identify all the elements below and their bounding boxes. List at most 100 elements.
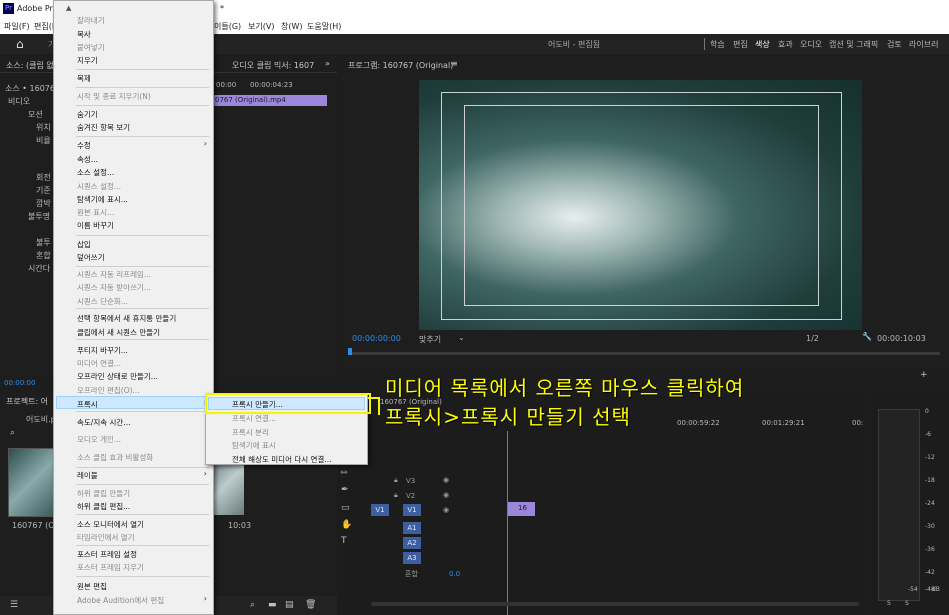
context-menu-item[interactable]: 푸티지 바꾸기... <box>77 345 128 356</box>
master-track-value[interactable]: 0.0 <box>449 570 460 578</box>
workspace-effects[interactable]: 효과 <box>778 39 793 50</box>
list-view-icon[interactable]: ☰ <box>10 600 18 610</box>
context-menu-item[interactable]: 선택 항목에서 새 휴지통 만들기 <box>77 313 176 324</box>
meter-label-24: -24 <box>925 500 935 507</box>
wrench-icon[interactable]: 🔧 <box>862 332 872 341</box>
project-name: 어도비.p <box>26 415 56 424</box>
source-bottom-timecode: 00:00:00 <box>4 379 36 387</box>
program-menu-icon[interactable]: ≡ <box>451 59 458 68</box>
program-timecode[interactable]: 00:00:00:00 <box>352 334 401 343</box>
program-title: 프로그램: 160767 (Original) <box>348 61 454 70</box>
workspace-libraries[interactable]: 라이브러 <box>909 39 938 50</box>
workspace-edit[interactable]: 편집 <box>733 39 748 50</box>
timeline-playhead[interactable] <box>507 431 508 615</box>
menu-view[interactable]: 보기(V) <box>248 21 274 32</box>
context-menu-item[interactable]: 포스터 프레임 설정 <box>77 549 137 560</box>
menu-sequence[interactable]: 이들(G) <box>214 21 241 32</box>
menu-window[interactable]: 창(W) <box>281 21 303 32</box>
workspace-audio[interactable]: 오디오 <box>800 39 822 50</box>
source-clip-bar[interactable]: 0767 (Original).mp4 <box>214 95 327 106</box>
context-menu-item[interactable]: 탐색기에 표시... <box>77 194 128 205</box>
context-menu-item[interactable]: 수정 <box>77 140 91 151</box>
type-tool-icon[interactable]: T <box>341 536 347 546</box>
track-v1-eye-icon[interactable]: ◉ <box>443 506 449 514</box>
workspace-review[interactable]: 검토 <box>887 39 902 50</box>
media-thumbnail[interactable] <box>8 448 55 517</box>
timeline-clip[interactable]: 16 <box>508 502 535 516</box>
context-menu-item[interactable]: 클립에서 새 시퀀스 만들기 <box>77 327 160 338</box>
track-v2-lock-icon[interactable]: 🔒︎ <box>394 491 398 500</box>
home-icon[interactable]: ⌂ <box>16 37 24 51</box>
project-tab[interactable]: 프로젝트: 어 <box>6 396 48 407</box>
menu-separator <box>76 69 209 70</box>
source-clip-label: 0767 (Original).mp4 <box>215 96 286 104</box>
track-a1-target[interactable]: A1 <box>403 522 421 534</box>
workspace-color[interactable]: 색상 <box>755 39 770 50</box>
menu-scroll-up-icon[interactable]: ▲ <box>66 4 71 12</box>
context-menu-item[interactable]: 삽입 <box>77 239 91 250</box>
menu-help[interactable]: 도움말(H) <box>307 21 341 32</box>
source-patch-v1[interactable]: V1 <box>371 504 389 516</box>
solo-left-button[interactable]: S <box>887 600 891 607</box>
proxy-submenu-item: 프록시 연결... <box>232 414 277 423</box>
context-menu-item[interactable]: 지우기 <box>77 55 98 66</box>
timeline-horizontal-scrollbar[interactable] <box>371 602 859 606</box>
source-tab[interactable]: 소스: (클립 없 <box>6 60 54 71</box>
context-menu-item[interactable]: 속성... <box>77 154 98 165</box>
new-item-icon[interactable]: ▤ <box>285 600 294 610</box>
fit-chevron-icon[interactable]: ⌄ <box>458 333 465 342</box>
track-v3-lock-icon[interactable]: 🔒︎ <box>394 476 398 485</box>
row-flicker: 깜박 <box>36 199 51 208</box>
proxy-submenu-item[interactable]: 전체 해상도 미디어 다시 연결... <box>232 454 332 465</box>
context-menu-item[interactable]: 이름 바꾸기 <box>77 220 114 231</box>
zoom-icon[interactable]: ⌕ <box>250 600 255 610</box>
context-menu-item: 시작 및 종료 지우기(N) <box>77 92 151 101</box>
context-menu-item[interactable]: 복사 <box>77 29 91 40</box>
ripple-tool-icon[interactable]: ⇿ <box>340 468 348 478</box>
context-menu-item[interactable]: 레이블 <box>77 470 98 481</box>
track-a2-target[interactable]: A2 <box>403 537 421 549</box>
context-menu-item[interactable]: 프록시 <box>77 399 98 410</box>
audio-mixer-tab[interactable]: 오디오 클립 믹서: 1607 <box>232 60 314 71</box>
menu-file[interactable]: 파일(F) <box>4 21 30 32</box>
menu-separator <box>76 484 209 485</box>
track-v1-target[interactable]: V1 <box>403 504 421 516</box>
search-icon[interactable]: ⌕ <box>10 428 15 438</box>
panel-overflow-icon[interactable]: » <box>325 59 330 68</box>
meter-label-18: -18 <box>925 477 935 484</box>
context-menu-item[interactable]: 소스 모니터에서 열기 <box>77 519 144 530</box>
context-menu-item[interactable]: 오프라인 상태로 만들기... <box>77 371 158 382</box>
context-menu-item[interactable]: 원본 편집 <box>77 581 107 592</box>
context-menu-item[interactable]: 소스 설정... <box>77 167 114 178</box>
add-button-icon[interactable]: + <box>920 370 928 380</box>
workspace-captions[interactable]: 캡션 및 그래픽 <box>829 39 878 50</box>
audio-meters: 0 -6 -12 -18 -24 -30 -36 -42 -48 -54 dB … <box>870 393 949 615</box>
track-v2-eye-icon[interactable]: ◉ <box>443 491 449 499</box>
program-scrubber[interactable] <box>350 352 940 355</box>
fit-dropdown[interactable]: 맞추기 <box>419 334 441 345</box>
safe-area-inner <box>464 105 819 306</box>
workspace-learn[interactable]: 학습 <box>710 39 725 50</box>
track-v3-eye-icon[interactable]: ◉ <box>443 476 449 484</box>
program-monitor: 프로그램: 160767 (Original) ≡ 00:00:00:00 맞추… <box>340 56 949 380</box>
context-menu-item[interactable]: 숨겨진 항목 보기 <box>77 122 130 133</box>
quality-dropdown[interactable]: 1/2 <box>806 334 819 343</box>
pen-tool-icon[interactable]: ✒ <box>341 485 349 495</box>
track-a3-target[interactable]: A3 <box>403 552 421 564</box>
new-bin-icon[interactable]: ▬ <box>268 600 277 610</box>
context-menu-item[interactable]: 복제 <box>77 73 91 84</box>
trash-icon[interactable]: 🗑 <box>305 600 316 610</box>
context-menu-item[interactable]: 덮어쓰기 <box>77 252 105 263</box>
context-menu-item[interactable]: 숨기기 <box>77 109 98 120</box>
playhead-marker[interactable] <box>348 348 352 355</box>
context-menu-item[interactable]: 하위 클립 편집... <box>77 501 130 512</box>
media-duration: 10:03 <box>228 521 252 530</box>
row-opacity-value: 불투 <box>36 238 51 247</box>
hand-tool-icon[interactable]: ✋ <box>341 520 352 530</box>
context-menu-item[interactable]: 속도/지속 시간... <box>77 417 130 428</box>
rectangle-tool-icon[interactable]: ▭ <box>341 503 350 513</box>
menu-separator <box>76 411 209 412</box>
solo-right-button[interactable]: S <box>905 600 909 607</box>
menu-separator <box>76 545 209 546</box>
context-menu-item: 시퀀스 자동 받아쓰기... <box>77 283 152 292</box>
